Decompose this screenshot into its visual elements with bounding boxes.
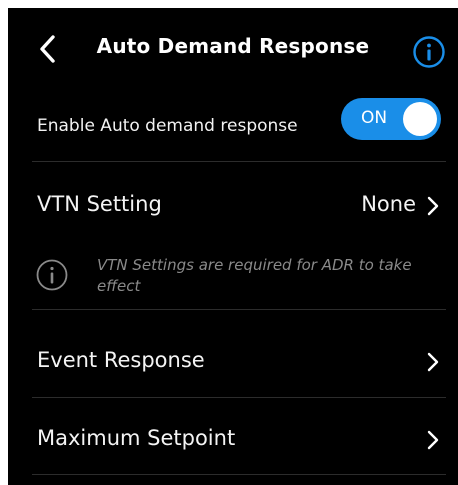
info-button[interactable] bbox=[412, 35, 446, 69]
toggle-knob bbox=[403, 102, 437, 136]
chevron-right-icon bbox=[427, 196, 439, 216]
vtn-note-text: VTN Settings are required for ADR to tak… bbox=[97, 256, 412, 295]
header: Auto Demand Response bbox=[8, 8, 458, 88]
maximum-setpoint-row[interactable]: Maximum Setpoint bbox=[8, 398, 448, 478]
event-response-row[interactable]: Event Response bbox=[8, 310, 448, 396]
vtn-setting-label: VTN Setting bbox=[37, 192, 162, 216]
divider bbox=[32, 474, 446, 475]
page-title: Auto Demand Response bbox=[96, 34, 370, 58]
vtn-setting-value: None bbox=[361, 192, 416, 216]
maximum-setpoint-label: Maximum Setpoint bbox=[37, 426, 236, 450]
vtn-setting-row[interactable]: VTN Setting None bbox=[8, 162, 448, 236]
chevron-right-icon bbox=[427, 352, 439, 372]
info-icon bbox=[413, 36, 445, 68]
enable-adr-toggle[interactable]: ON bbox=[341, 98, 441, 140]
event-response-label: Event Response bbox=[37, 348, 205, 372]
toggle-state-label: ON bbox=[361, 108, 388, 128]
info-icon bbox=[36, 259, 68, 291]
chevron-right-icon bbox=[427, 430, 439, 450]
adr-screen: Auto Demand Response Enable Auto demand … bbox=[8, 8, 458, 485]
enable-adr-label: Enable Auto demand response bbox=[37, 116, 298, 136]
